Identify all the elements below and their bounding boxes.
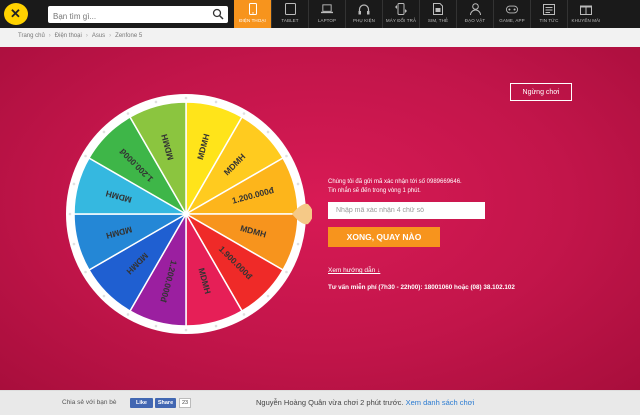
wheel-rim-dot [242, 112, 246, 115]
nav-item-dien-thoai[interactable]: ĐIỆN THOẠI [234, 0, 271, 28]
wheel-rim-dot [184, 96, 188, 100]
nav-item-tablet[interactable]: TABLET [271, 0, 308, 28]
wheel-rim-dot [184, 328, 188, 332]
nav-item-laptop[interactable]: LAPTOP [308, 0, 345, 28]
main-nav: ĐIỆN THOẠI TABLET LAPTOP PHỤ KIỆN MÁY ĐỔ… [234, 0, 604, 28]
laptop-icon [321, 3, 333, 15]
wheel-rim-dot [154, 100, 158, 104]
hotline-text: Tư vấn miễn phí (7h30 - 22h00): 18001060… [328, 284, 515, 291]
wheel-rim-dot [214, 324, 218, 328]
wheel-rim-dot [84, 270, 87, 274]
breadcrumb-item[interactable]: Asus [92, 33, 105, 39]
sms-info-line: Chúng tôi đã gửi mã xác nhận tới số 0989… [328, 179, 462, 185]
share-count: 23 [179, 398, 191, 408]
stop-playing-button[interactable]: Ngừng chơi [510, 83, 572, 101]
wheel-rim-dot [242, 313, 246, 316]
wheel-rim-dot [72, 182, 76, 186]
person-icon [469, 3, 481, 15]
nav-item-tin-tuc[interactable]: TIN TỨC [530, 0, 567, 28]
prize-wheel[interactable]: MDMHMDMH1.200.000đMDMH1.900.000đMDMH1.20… [60, 88, 312, 340]
wheel-rim-dot [266, 294, 270, 298]
phone-icon [247, 3, 259, 15]
logo-icon: ✕ [4, 3, 28, 25]
wheel-rim-dot [214, 100, 218, 104]
gift-icon [580, 3, 592, 15]
wheel-rim-dot [72, 242, 76, 246]
wheel-rim-dot [285, 270, 288, 274]
like-label: Like [135, 400, 147, 406]
player-list-link[interactable]: Xem danh sách chơi [406, 398, 475, 407]
sim-card-icon [432, 3, 444, 15]
wheel-rim-dot [102, 294, 106, 298]
nav-item-dao-vat[interactable]: ĐẠO VẬT [456, 0, 493, 28]
sms-info-line: Tin nhắn sẽ đến trong vòng 1 phút. [328, 188, 421, 194]
recent-player-ticker: Nguyễn Hoàng Quân vừa chơi 2 phút trước.… [256, 398, 474, 407]
breadcrumb: Trang chủ › Điện thoại › Asus › Zenfone 5 [18, 33, 143, 39]
swap-phone-icon [395, 3, 407, 15]
facebook-share-button[interactable]: Share [155, 398, 176, 408]
wheel-rim-dot [126, 313, 130, 316]
nav-item-may-doi-tra[interactable]: MÁY ĐỔI TRẢ [382, 0, 419, 28]
gamepad-icon [506, 3, 518, 15]
breadcrumb-item[interactable]: Trang chủ [18, 33, 45, 39]
wheel-rim-dot [68, 212, 72, 216]
wheel-rim-dot [102, 130, 106, 134]
news-icon [543, 3, 555, 15]
headphones-icon [358, 3, 370, 15]
guide-link[interactable]: Xem hướng dẫn ↓ [328, 267, 380, 274]
wheel-rim-dot [266, 130, 270, 134]
nav-item-sim-the[interactable]: SIM, THẺ [419, 0, 456, 28]
search-input[interactable] [48, 8, 208, 25]
nav-item-game-app[interactable]: GAME, APP [493, 0, 530, 28]
wheel-rim-dot [84, 154, 87, 158]
wheel-rim-dot [296, 242, 300, 246]
recent-player-text: Nguyễn Hoàng Quân vừa chơi 2 phút trước. [256, 398, 404, 407]
facebook-like-button[interactable]: Like [130, 398, 153, 408]
wheel-rim-dot [296, 182, 300, 186]
nav-item-khuyen-mai[interactable]: KHUYẾN MÃI [567, 0, 604, 28]
breadcrumb-item[interactable]: Điện thoại [55, 33, 82, 39]
nav-item-phu-kien[interactable]: PHỤ KIỆN [345, 0, 382, 28]
wheel-rim-dot [154, 324, 158, 328]
wheel-rim-dot [285, 154, 288, 158]
logo[interactable]: ✕ [4, 3, 44, 25]
search-icon[interactable] [212, 8, 224, 20]
share-label: Chia sẻ với bạn bè [62, 399, 117, 406]
footer-bar: Chia sẻ với bạn bè Like Share 23 Nguyễn … [0, 390, 640, 415]
sms-info: Chúng tôi đã gửi mã xác nhận tới số 0989… [328, 178, 548, 196]
verification-code-input[interactable] [328, 202, 485, 219]
wheel-rim-dot [126, 112, 130, 115]
search-box [48, 6, 228, 25]
top-header: ✕ ĐIỆN THOẠI TABLET LAPTOP PHỤ KIỆN MÁY … [0, 0, 640, 28]
spin-button[interactable]: XONG, QUAY NÀO [328, 227, 440, 247]
tablet-icon [284, 3, 296, 15]
breadcrumb-item[interactable]: Zenfone 5 [115, 33, 142, 39]
